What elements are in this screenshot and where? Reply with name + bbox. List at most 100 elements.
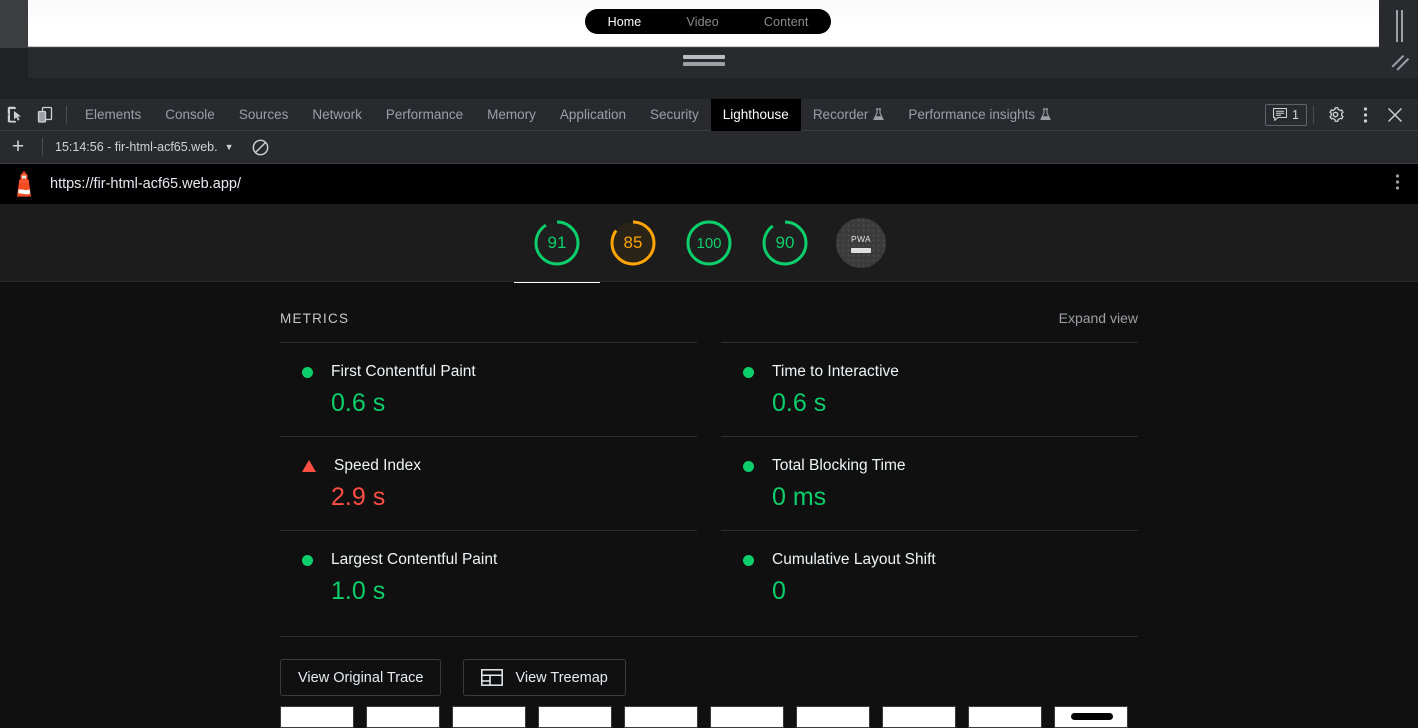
tab-label: Sources bbox=[239, 107, 289, 122]
preview-viewport[interactable]: Home Video Content bbox=[28, 0, 1379, 47]
tab-network[interactable]: Network bbox=[300, 99, 374, 131]
metric-value: 0 bbox=[772, 577, 1138, 606]
filmstrip-frame[interactable] bbox=[538, 706, 612, 728]
gauge-performance[interactable]: 91 bbox=[532, 218, 582, 268]
filmstrip-frame[interactable] bbox=[968, 706, 1042, 728]
tab-console[interactable]: Console bbox=[153, 99, 227, 131]
horizontal-drag-zone[interactable] bbox=[28, 48, 1379, 78]
tab-label: Elements bbox=[85, 107, 141, 122]
no-entry-icon bbox=[252, 139, 269, 156]
expand-view-toggle[interactable]: Expand view bbox=[1059, 310, 1138, 326]
vertical-drag-handle[interactable] bbox=[1393, 10, 1405, 42]
tab-performance[interactable]: Performance bbox=[374, 99, 475, 131]
treemap-icon bbox=[481, 669, 503, 686]
metric-label: Cumulative Layout Shift bbox=[772, 551, 936, 569]
gauge-score: 91 bbox=[532, 218, 582, 268]
tab-sources[interactable]: Sources bbox=[227, 99, 301, 131]
metric-header: Largest Contentful Paint bbox=[302, 551, 697, 569]
metric-header: Time to Interactive bbox=[743, 363, 1138, 381]
report-selector[interactable]: 15:14:56 - fir-html-acf65.web. ▼ bbox=[49, 140, 240, 154]
device-toolbar-icon[interactable] bbox=[30, 101, 60, 129]
tab-memory[interactable]: Memory bbox=[475, 99, 548, 131]
metric-label: Speed Index bbox=[334, 457, 421, 475]
tab-label: Performance insights bbox=[908, 107, 1035, 122]
filmstrip bbox=[280, 706, 1128, 728]
experiment-flask-icon bbox=[1040, 108, 1051, 121]
gauge-seo[interactable]: 90 bbox=[760, 218, 810, 268]
report-actions: View Original Trace View Treemap bbox=[280, 636, 1138, 696]
lighthouse-logo-icon bbox=[12, 171, 36, 197]
metric-value: 2.9 s bbox=[331, 483, 697, 512]
metric-header: Speed Index bbox=[302, 457, 697, 475]
report-url: https://fir-html-acf65.web.app/ bbox=[50, 176, 1377, 192]
status-pass-dot-icon bbox=[743, 555, 754, 566]
filmstrip-frame[interactable] bbox=[452, 706, 526, 728]
preview-nav-video[interactable]: Video bbox=[687, 15, 719, 29]
gauge-accessibility[interactable]: 85 bbox=[608, 218, 658, 268]
tab-recorder[interactable]: Recorder bbox=[801, 99, 897, 131]
tab-label: Console bbox=[165, 107, 215, 122]
filmstrip-frame[interactable] bbox=[366, 706, 440, 728]
more-options-kebab-icon[interactable] bbox=[1350, 101, 1380, 129]
settings-gear-icon[interactable] bbox=[1320, 101, 1350, 129]
gauge-pwa[interactable]: PWA bbox=[836, 218, 886, 268]
toolbar-divider bbox=[42, 138, 43, 156]
tab-label: Performance bbox=[386, 107, 463, 122]
pwa-dash-icon bbox=[851, 248, 871, 253]
metric-speed-index[interactable]: Speed Index 2.9 s bbox=[280, 436, 697, 530]
toolbar-divider bbox=[66, 106, 67, 124]
report-selector-value: 15:14:56 - fir-html-acf65.web. bbox=[55, 140, 218, 154]
gauge-score: 100 bbox=[684, 218, 734, 268]
preview-nav-content[interactable]: Content bbox=[764, 15, 808, 29]
filmstrip-frame[interactable] bbox=[280, 706, 354, 728]
issues-count: 1 bbox=[1292, 108, 1299, 122]
view-original-trace-button[interactable]: View Original Trace bbox=[280, 659, 441, 696]
gauge-score: 90 bbox=[760, 218, 810, 268]
close-devtools-icon[interactable] bbox=[1380, 101, 1410, 129]
metric-total-blocking-time[interactable]: Total Blocking Time 0 ms bbox=[721, 436, 1138, 530]
metric-largest-contentful-paint[interactable]: Largest Contentful Paint 1.0 s bbox=[280, 530, 697, 624]
experiment-flask-icon bbox=[873, 108, 884, 121]
view-treemap-button[interactable]: View Treemap bbox=[463, 659, 625, 696]
filmstrip-frame[interactable] bbox=[710, 706, 784, 728]
gauge-best-practices[interactable]: 100 bbox=[684, 218, 734, 268]
category-gauges: 91 85 100 90 PWA bbox=[0, 204, 1418, 282]
drag-bar bbox=[1401, 10, 1403, 42]
corner-resize-handle[interactable] bbox=[1390, 52, 1412, 72]
preview-nav-pill: Home Video Content bbox=[585, 9, 831, 34]
status-pass-dot-icon bbox=[302, 555, 313, 566]
drag-bar bbox=[683, 55, 725, 59]
report-options-kebab-icon[interactable] bbox=[1391, 173, 1404, 196]
metric-header: Cumulative Layout Shift bbox=[743, 551, 1138, 569]
metrics-grid: First Contentful Paint 0.6 s Time to Int… bbox=[280, 342, 1138, 624]
filmstrip-frame[interactable] bbox=[882, 706, 956, 728]
filmstrip-frame[interactable] bbox=[1054, 706, 1128, 728]
tab-elements[interactable]: Elements bbox=[73, 99, 153, 131]
metric-header: First Contentful Paint bbox=[302, 363, 697, 381]
chevron-down-icon: ▼ bbox=[225, 142, 234, 152]
new-report-button[interactable]: + bbox=[0, 133, 36, 161]
tab-label: Security bbox=[650, 107, 699, 122]
metrics-title: METRICS bbox=[280, 311, 349, 326]
inspect-element-icon[interactable] bbox=[0, 101, 30, 129]
issues-badge[interactable]: 1 bbox=[1265, 104, 1307, 126]
preview-nav-home[interactable]: Home bbox=[608, 15, 642, 29]
filmstrip-frame[interactable] bbox=[624, 706, 698, 728]
metric-cumulative-layout-shift[interactable]: Cumulative Layout Shift 0 bbox=[721, 530, 1138, 624]
tab-application[interactable]: Application bbox=[548, 99, 638, 131]
metric-time-to-interactive[interactable]: Time to Interactive 0.6 s bbox=[721, 342, 1138, 436]
metric-first-contentful-paint[interactable]: First Contentful Paint 0.6 s bbox=[280, 342, 697, 436]
metric-value: 1.0 s bbox=[331, 577, 697, 606]
horizontal-drag-handle[interactable] bbox=[683, 55, 725, 69]
button-label: View Original Trace bbox=[298, 670, 423, 686]
clear-all-button[interactable] bbox=[244, 133, 278, 161]
tab-label: Lighthouse bbox=[723, 107, 789, 122]
tab-security[interactable]: Security bbox=[638, 99, 711, 131]
gauge-score: 85 bbox=[608, 218, 658, 268]
tab-lighthouse[interactable]: Lighthouse bbox=[711, 99, 801, 131]
tab-performance-insights[interactable]: Performance insights bbox=[896, 99, 1063, 131]
metric-header: Total Blocking Time bbox=[743, 457, 1138, 475]
metric-label: Total Blocking Time bbox=[772, 457, 906, 475]
metrics-section: METRICS Expand view First Contentful Pai… bbox=[0, 282, 1418, 696]
filmstrip-frame[interactable] bbox=[796, 706, 870, 728]
